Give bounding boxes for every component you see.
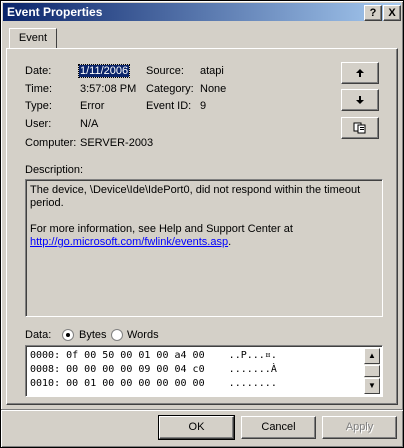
ok-button[interactable]: OK xyxy=(158,415,235,440)
previous-event-button[interactable] xyxy=(341,62,379,84)
help-button[interactable]: ? xyxy=(364,5,382,21)
footer-separator xyxy=(1,409,403,411)
up-arrow-icon xyxy=(356,69,364,77)
user-value: N/A xyxy=(80,118,99,130)
description-help-text: For more information, see Help and Suppo… xyxy=(30,223,293,235)
close-button[interactable]: X xyxy=(383,5,401,21)
cancel-button[interactable]: Cancel xyxy=(241,416,316,439)
source-value: atapi xyxy=(200,65,224,77)
data-scrollbar[interactable]: ▲ ▼ xyxy=(364,348,380,394)
down-arrow-icon xyxy=(356,96,364,104)
date-label: Date: xyxy=(25,65,52,77)
radio-selected-dot xyxy=(66,333,70,337)
scroll-up-icon[interactable]: ▲ xyxy=(364,348,380,364)
user-label: User: xyxy=(25,118,52,130)
description-label: Description: xyxy=(25,164,84,176)
description-box[interactable]: The device, \Device\Ide\IdePort0, did no… xyxy=(25,179,383,317)
category-label: Category: xyxy=(146,83,194,95)
category-value: None xyxy=(200,83,227,95)
bytes-radio-label[interactable]: Bytes xyxy=(79,329,107,341)
title-bar[interactable]: Event Properties ? X xyxy=(3,3,401,21)
words-radio[interactable] xyxy=(111,329,123,341)
hex-row: 0008: 00 00 00 00 09 00 04 c0 .......À xyxy=(30,364,277,375)
link-suffix: . xyxy=(228,236,232,248)
copy-button[interactable] xyxy=(341,117,379,139)
source-label: Source: xyxy=(146,65,184,77)
data-hex-box[interactable]: 0000: 0f 00 50 00 01 00 a4 00 ..P...¤. 0… xyxy=(25,345,383,397)
eventid-label: Event ID: xyxy=(146,100,192,112)
apply-button[interactable]: Apply xyxy=(322,416,397,439)
data-label: Data: xyxy=(25,329,52,341)
hex-row: 0010: 00 01 00 00 00 00 00 00 ........ xyxy=(30,378,277,389)
help-link[interactable]: http://go.microsoft.com/fwlink/events.as… xyxy=(30,236,228,248)
type-label: Type: xyxy=(25,100,52,112)
window-title: Event Properties xyxy=(7,5,103,19)
event-properties-dialog: Event Properties ? X Event Date: 1/11/20… xyxy=(0,0,404,448)
eventid-value: 9 xyxy=(200,100,207,112)
hex-row: 0000: 0f 00 50 00 01 00 a4 00 ..P...¤. xyxy=(30,350,277,361)
next-event-button[interactable] xyxy=(341,89,379,111)
description-text: The device, \Device\Ide\IdePort0, did no… xyxy=(30,184,361,209)
copy-icon xyxy=(353,122,366,134)
bytes-radio[interactable] xyxy=(62,329,74,341)
date-value[interactable]: 1/11/2006 xyxy=(77,64,131,78)
tab-event[interactable]: Event xyxy=(9,28,57,48)
words-radio-label[interactable]: Words xyxy=(127,329,159,341)
scroll-thumb[interactable] xyxy=(364,365,380,377)
scroll-down-icon[interactable]: ▼ xyxy=(364,378,380,394)
type-value: Error xyxy=(80,100,105,112)
computer-value: SERVER-2003 xyxy=(80,137,154,149)
time-value: 3:57:08 PM xyxy=(80,83,137,95)
computer-label: Computer: xyxy=(25,137,77,149)
time-label: Time: xyxy=(25,83,53,95)
